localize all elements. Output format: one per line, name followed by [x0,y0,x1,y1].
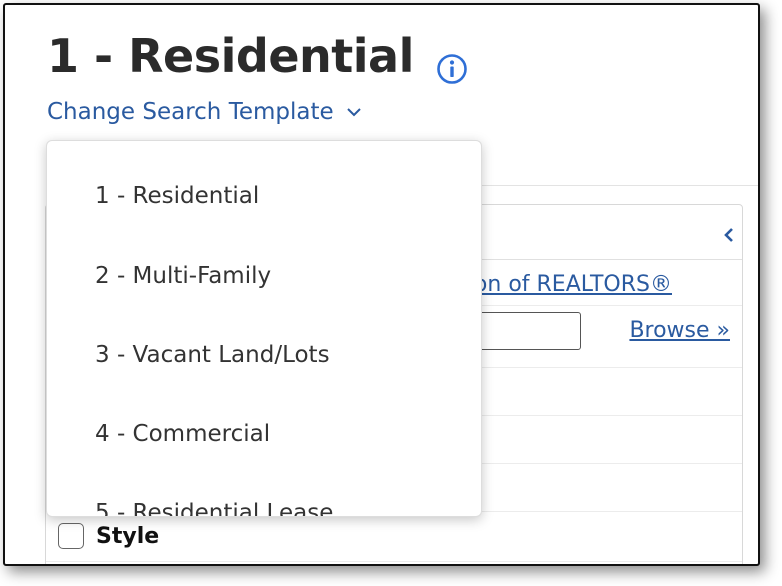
browse-link[interactable]: Browse » [629,318,730,343]
style-field[interactable]: Style [58,523,159,549]
dropdown-item-vacant-land[interactable]: 3 - Vacant Land/Lots [95,342,330,368]
dropdown-item-commercial[interactable]: 4 - Commercial [95,421,270,447]
chevron-down-icon [346,108,361,117]
info-circle-icon[interactable] [436,53,468,85]
association-link[interactable]: on of REALTORS® [474,272,672,297]
page-title: 1 - Residential [47,29,414,83]
change-search-template-label: Change Search Template [47,99,334,125]
chevron-left-icon[interactable] [724,227,734,243]
style-checkbox[interactable] [58,523,84,549]
app-window: 1 - Residential Change Search Template o… [3,3,760,566]
style-label: Style [96,523,160,549]
row-divider [46,561,742,562]
change-search-template-button[interactable]: Change Search Template [47,99,362,125]
header-divider [481,185,758,186]
template-dropdown-menu: 1 - Residential 2 - Multi-Family 3 - Vac… [46,140,482,517]
dropdown-item-residential[interactable]: 1 - Residential [95,183,259,209]
dropdown-item-residential-lease[interactable]: 5 - Residential Lease [95,500,333,516]
dropdown-item-multi-family[interactable]: 2 - Multi-Family [95,263,271,289]
